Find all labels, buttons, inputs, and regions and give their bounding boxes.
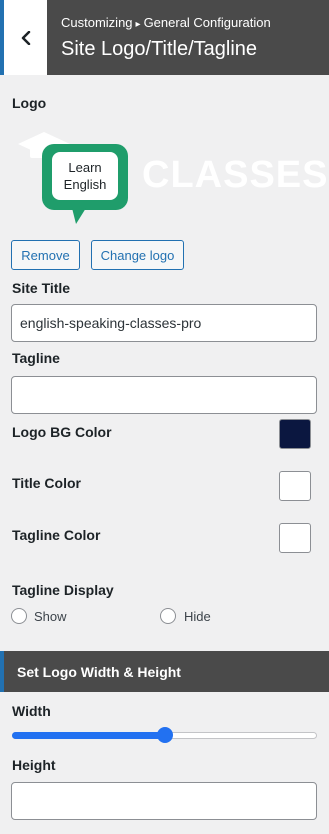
page-title: Site Logo/Title/Tagline xyxy=(61,38,258,60)
tagline-label: Tagline xyxy=(12,350,60,366)
breadcrumb-parent: Customizing xyxy=(61,15,133,30)
title-color-swatch[interactable] xyxy=(279,471,311,501)
site-title-input[interactable]: english-speaking-classes-pro xyxy=(11,304,317,342)
site-title-label: Site Title xyxy=(12,280,71,296)
width-slider-thumb[interactable] xyxy=(156,727,173,743)
logo-text-learn: Learn xyxy=(68,160,101,175)
back-button[interactable] xyxy=(0,0,47,75)
logo-bg-color-label: Logo BG Color xyxy=(12,424,112,440)
logo-bg-color-swatch[interactable] xyxy=(279,419,311,449)
logo-text-classes: CLASSES xyxy=(142,154,329,196)
breadcrumb-current: General Configuration xyxy=(143,15,271,30)
logo-text-english: English xyxy=(64,177,107,192)
width-label: Width xyxy=(12,703,51,719)
logo-graphic: Learn English xyxy=(18,132,128,224)
logo-label: Logo xyxy=(12,95,47,111)
breadcrumb: Customizing ▸ General Configuration xyxy=(61,15,271,30)
logo-size-section-header[interactable]: Set Logo Width & Height xyxy=(0,651,329,692)
height-label: Height xyxy=(12,757,56,773)
chevron-left-icon xyxy=(21,30,30,45)
tagline-show-label: Show xyxy=(34,609,67,624)
remove-logo-button[interactable]: Remove xyxy=(11,240,80,270)
breadcrumb-separator-icon: ▸ xyxy=(135,19,141,30)
tagline-display-label: Tagline Display xyxy=(12,582,114,598)
height-input[interactable] xyxy=(11,782,317,820)
logo-image: Learn English CLASSES xyxy=(12,124,327,230)
tagline-show-radio[interactable] xyxy=(11,608,27,624)
tagline-input[interactable] xyxy=(11,376,317,414)
tagline-hide-radio[interactable] xyxy=(160,608,176,624)
customizer-header: Customizing ▸ General Configuration Site L… xyxy=(0,0,329,75)
tagline-color-label: Tagline Color xyxy=(12,527,101,543)
tagline-color-swatch[interactable] xyxy=(279,523,311,553)
change-logo-button[interactable]: Change logo xyxy=(91,240,184,270)
tagline-hide-label: Hide xyxy=(184,609,211,624)
width-slider-fill xyxy=(12,732,165,739)
title-color-label: Title Color xyxy=(12,475,81,491)
